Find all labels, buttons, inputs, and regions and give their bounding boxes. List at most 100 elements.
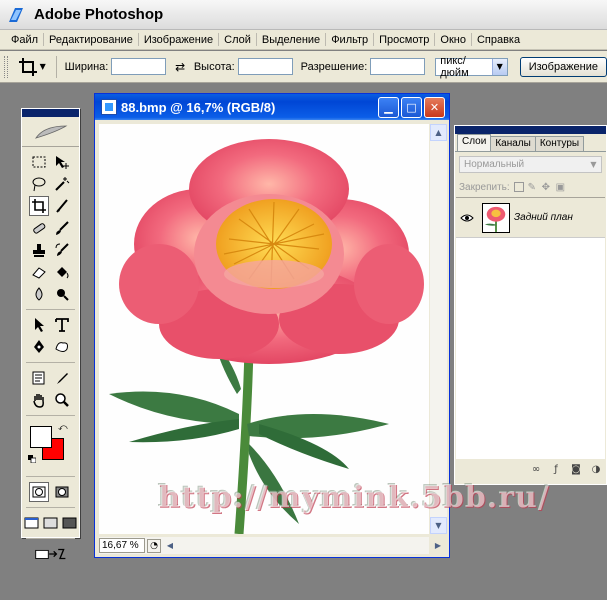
crop-icon <box>18 57 37 76</box>
layers-palette-title-bar[interactable] <box>455 126 606 134</box>
lock-pixels-icon[interactable]: ✎ <box>528 182 538 193</box>
menu-file[interactable]: Файл <box>6 31 43 49</box>
resolution-unit-value: пикс/дюйм <box>440 54 469 79</box>
path-selection-tool-icon[interactable] <box>29 315 49 335</box>
lock-label: Закрепить: <box>459 181 510 193</box>
move-tool-icon[interactable] <box>52 152 72 172</box>
document-icon <box>101 99 117 115</box>
history-brush-tool-icon[interactable] <box>52 240 72 260</box>
document-status-bar: 16,67 % ◔ ◀ ▶ <box>99 537 441 554</box>
layer-row[interactable]: Задний план <box>456 198 605 238</box>
slice-tool-icon[interactable] <box>52 196 72 216</box>
eye-icon[interactable] <box>458 209 476 227</box>
lock-all-icon[interactable]: ▣ <box>556 182 566 193</box>
resolution-unit-select[interactable]: пикс/дюйм ▼ <box>435 54 508 79</box>
eraser-tool-icon[interactable] <box>29 262 49 282</box>
layer-thumbnail <box>482 202 510 233</box>
foreground-color-swatch[interactable] <box>30 426 52 448</box>
front-image-button[interactable]: Изображение <box>519 56 607 77</box>
options-bar: ▼ Ширина: ⇄ Высота: Разрешение: пикс/дюй… <box>0 51 607 83</box>
dodge-tool-icon[interactable] <box>52 284 72 304</box>
lock-transparency-icon[interactable] <box>513 182 524 192</box>
quick-mask-mode-icon[interactable] <box>52 482 72 502</box>
tab-paths[interactable]: Контуры <box>534 136 585 151</box>
peony-image <box>109 139 424 534</box>
chevron-down-icon[interactable]: ▼ <box>491 58 507 75</box>
chevron-down-icon: ▼ <box>39 62 46 71</box>
height-input[interactable] <box>237 58 293 75</box>
pen-tool-icon[interactable] <box>29 337 49 357</box>
document-title: 88.bmp @ 16,7% (RGB/8) <box>121 99 276 115</box>
app-title: Adobe Photoshop <box>34 6 164 23</box>
lock-position-icon[interactable]: ✥ <box>542 182 552 193</box>
notes-tool-icon[interactable] <box>29 368 49 388</box>
width-input[interactable] <box>111 58 167 75</box>
options-grip[interactable] <box>4 55 8 78</box>
layer-list: Задний план <box>456 197 605 459</box>
crop-tool-preset[interactable]: ▼ <box>18 55 46 79</box>
feather-logo-icon[interactable] <box>22 117 79 147</box>
magic-wand-tool-icon[interactable] <box>52 174 72 194</box>
app-titlebar: Adobe Photoshop <box>0 0 607 30</box>
full-screen-menu-mode-icon[interactable] <box>43 513 59 533</box>
resolution-label: Разрешение: <box>300 60 368 73</box>
full-screen-mode-icon[interactable] <box>62 513 78 533</box>
standard-screen-mode-icon[interactable] <box>24 513 40 533</box>
resolution-input[interactable] <box>370 58 426 75</box>
paint-bucket-tool-icon[interactable] <box>52 262 72 282</box>
marquee-tool-icon[interactable] <box>29 152 49 172</box>
menu-filter[interactable]: Фильтр <box>326 31 373 49</box>
eyedropper-tool-icon[interactable] <box>52 368 72 388</box>
scroll-up-arrow-icon[interactable]: ▲ <box>430 124 447 141</box>
swap-colors-icon[interactable]: ⤺ <box>58 423 68 433</box>
clone-stamp-tool-icon[interactable] <box>29 240 49 260</box>
menu-layer[interactable]: Слой <box>219 31 256 49</box>
document-titlebar[interactable]: 88.bmp @ 16,7% (RGB/8) ▁ □ ✕ <box>95 94 449 120</box>
vertical-scrollbar[interactable]: ▲ ▼ <box>430 124 447 534</box>
watermark-text: http://mymink.5bb.ru/ <box>158 480 550 515</box>
healing-brush-tool-icon[interactable] <box>29 218 49 238</box>
adjustment-layer-icon[interactable]: ◑ <box>590 463 602 475</box>
width-label: Ширина: <box>64 60 109 73</box>
tab-channels[interactable]: Каналы <box>490 136 536 151</box>
link-layers-icon[interactable]: ∞ <box>530 463 542 475</box>
menu-image[interactable]: Изображение <box>139 31 218 49</box>
jump-to-imageready-icon[interactable] <box>31 544 71 564</box>
chevron-down-icon[interactable]: ▼ <box>586 157 601 172</box>
color-swatches: ⤺ <box>22 420 79 470</box>
menu-edit[interactable]: Редактирование <box>44 31 138 49</box>
brush-tool-icon[interactable] <box>52 218 72 238</box>
menu-view[interactable]: Просмотр <box>374 31 434 49</box>
lock-row: Закрепить: ✎ ✥ ▣ <box>455 177 606 197</box>
crop-tool-icon[interactable] <box>29 196 49 216</box>
menu-help[interactable]: Справка <box>472 31 525 49</box>
maximize-button[interactable]: □ <box>401 96 422 118</box>
status-menu-arrow-icon[interactable]: ◀ <box>163 538 177 553</box>
zoom-field[interactable]: 16,67 % <box>99 538 145 553</box>
height-label: Высота: <box>193 60 235 73</box>
blur-tool-icon[interactable] <box>29 284 49 304</box>
swap-dimensions-icon[interactable]: ⇄ <box>174 60 185 74</box>
tab-layers[interactable]: Слои <box>457 134 492 151</box>
image-canvas[interactable] <box>99 124 429 534</box>
blend-mode-select[interactable]: Нормальный ▼ <box>459 156 602 173</box>
scroll-right-arrow-icon[interactable]: ▶ <box>431 538 445 553</box>
scroll-down-arrow-icon[interactable]: ▼ <box>430 517 447 534</box>
layer-mask-icon[interactable]: ◙ <box>570 463 582 475</box>
minimize-button[interactable]: ▁ <box>378 96 399 118</box>
layers-footer: ∞ ƒ ◙ ◑ <box>455 459 606 479</box>
status-info-icon[interactable]: ◔ <box>147 538 161 553</box>
lasso-tool-icon[interactable] <box>29 174 49 194</box>
zoom-tool-icon[interactable] <box>52 390 72 410</box>
custom-shape-tool-icon[interactable] <box>52 337 72 357</box>
default-colors-icon[interactable] <box>28 453 37 464</box>
hand-tool-icon[interactable] <box>29 390 49 410</box>
menu-select[interactable]: Выделение <box>257 31 325 49</box>
standard-mode-icon[interactable] <box>29 482 49 502</box>
toolbox-title-bar[interactable] <box>22 109 79 117</box>
layer-style-icon[interactable]: ƒ <box>550 463 562 475</box>
close-button[interactable]: ✕ <box>424 96 445 118</box>
type-tool-icon[interactable] <box>52 315 72 335</box>
photoshop-logo-icon <box>6 5 26 25</box>
menu-window[interactable]: Окно <box>435 31 471 49</box>
